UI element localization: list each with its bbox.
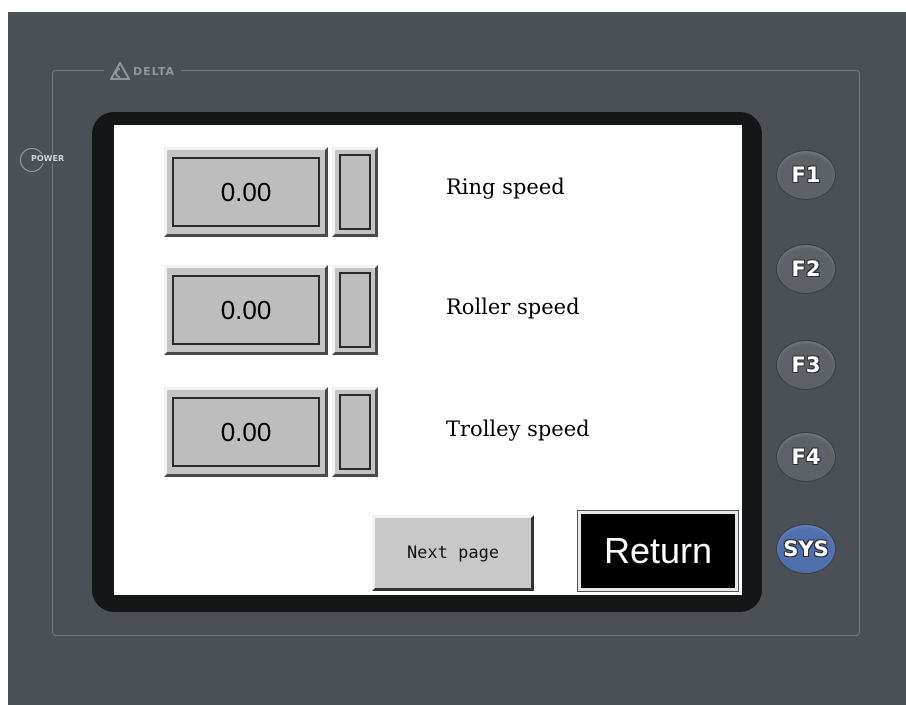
roller-speed-field[interactable]: 0.00: [164, 265, 378, 359]
trolley-speed-value: 0.00: [172, 397, 320, 467]
ring-speed-display[interactable]: 0.00: [164, 147, 328, 237]
sys-key[interactable]: SYS: [776, 524, 836, 574]
f4-key[interactable]: F4: [776, 432, 836, 482]
ring-speed-field[interactable]: 0.00: [164, 147, 378, 241]
ring-speed-label: Ring speed: [446, 175, 565, 199]
power-indicator: POWER: [20, 148, 66, 172]
roller-speed-knob[interactable]: [332, 265, 378, 355]
f3-key[interactable]: F3: [776, 340, 836, 390]
next-page-button[interactable]: Next page: [372, 515, 534, 591]
brand-logo: DELTA: [104, 58, 181, 84]
power-label: POWER: [30, 154, 66, 163]
trolley-speed-display[interactable]: 0.00: [164, 387, 328, 477]
brand-text: DELTA: [133, 64, 175, 78]
f2-key[interactable]: F2: [776, 244, 836, 294]
roller-speed-value: 0.00: [172, 275, 320, 345]
delta-logo-icon: [110, 62, 130, 80]
ring-speed-value: 0.00: [172, 157, 320, 227]
trolley-speed-field[interactable]: 0.00: [164, 387, 378, 481]
roller-speed-display[interactable]: 0.00: [164, 265, 328, 355]
trolley-speed-knob[interactable]: [332, 387, 378, 477]
ring-speed-knob[interactable]: [332, 147, 378, 237]
f1-key[interactable]: F1: [776, 150, 836, 200]
roller-speed-label: Roller speed: [446, 295, 580, 319]
return-button[interactable]: Return: [577, 510, 739, 592]
touch-screen: 0.00 Ring speed 0.00 Roller speed 0.00 T…: [114, 125, 742, 595]
trolley-speed-label: Trolley speed: [446, 417, 590, 441]
